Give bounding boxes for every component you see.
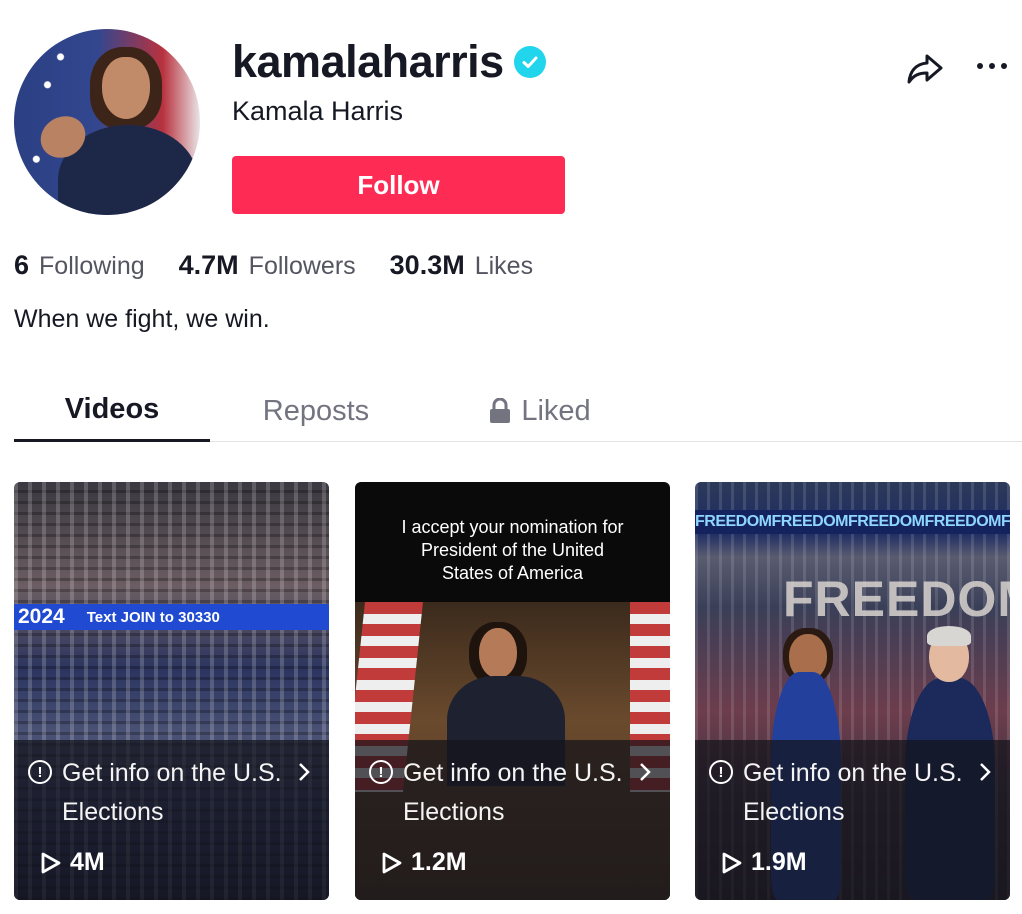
stat-label: Following <box>39 252 145 280</box>
election-info-link[interactable]: ! Get info on the U.S. Elections <box>709 754 999 832</box>
stat-likes: 30.3M Likes <box>390 250 533 281</box>
profile-stats: 6 Following 4.7M Followers 30.3M Likes <box>14 250 567 281</box>
tab-label: Reposts <box>262 394 370 427</box>
info-icon: ! <box>28 760 52 784</box>
stat-value: 30.3M <box>389 250 465 280</box>
play-count-value: 1.2M <box>411 848 467 876</box>
profile-username: kamalaharris <box>232 36 546 88</box>
person-hair <box>927 626 971 646</box>
tab-videos[interactable]: Videos <box>14 380 210 442</box>
election-info-link[interactable]: ! Get info on the U.S. Elections <box>369 754 659 832</box>
video-card[interactable]: I accept your nomination for President o… <box>355 482 670 900</box>
play-count: 1.9M <box>721 848 807 877</box>
tab-label: Videos <box>64 393 160 425</box>
profile-avatar[interactable] <box>14 29 200 215</box>
play-count: 4M <box>40 848 105 877</box>
banner-text: Text JOIN to 30330 <box>86 608 220 626</box>
election-info-text: Get info on the U.S. Elections <box>743 759 963 826</box>
stat-followers[interactable]: 4.7M Followers <box>179 250 356 281</box>
play-count: 1.2M <box>381 848 467 877</box>
play-count-value: 1.9M <box>751 848 807 876</box>
stage-sign: FREEDOM <box>783 571 1010 627</box>
verified-check-icon <box>513 46 546 78</box>
play-icon <box>382 852 402 873</box>
tab-reposts[interactable]: Reposts <box>218 380 414 442</box>
election-info-text: Get info on the U.S. Elections <box>403 759 623 826</box>
video-caption: I accept your nomination for President o… <box>401 517 624 583</box>
profile-display-name: Kamala Harris <box>232 96 404 126</box>
stat-label: Followers <box>248 252 356 280</box>
lock-icon <box>490 398 511 423</box>
video-card[interactable]: 2024 Text JOIN to 30330 ! Get info on th… <box>14 482 329 900</box>
more-horizontal-icon[interactable] <box>972 56 1012 76</box>
profile-bio: When we fight, we win. <box>14 305 270 333</box>
follow-button[interactable]: Follow <box>232 156 565 214</box>
play-count-value: 4M <box>70 848 105 876</box>
info-icon: ! <box>369 760 393 784</box>
chevron-right-icon <box>299 763 310 781</box>
stat-value: 6 <box>14 250 30 280</box>
video-card[interactable]: FREEDOMFREEDOMFREEDOMFREEDOMFREEDOMFREED… <box>695 482 1010 900</box>
video-banner: 2024 Text JOIN to 30330 <box>14 604 329 630</box>
info-icon: ! <box>709 760 733 784</box>
avatar-face <box>102 57 150 119</box>
stat-label: Likes <box>474 252 534 280</box>
play-icon <box>41 852 61 873</box>
freedom-strip: FREEDOMFREEDOMFREEDOMFREEDOMFREEDOMFREED… <box>695 510 1010 534</box>
tab-liked[interactable]: Liked <box>442 380 638 442</box>
profile-tabs: Videos Reposts Liked <box>14 380 1022 442</box>
election-info-link[interactable]: ! Get info on the U.S. Elections <box>28 754 318 832</box>
play-icon <box>722 852 742 873</box>
speaker-face <box>479 628 517 678</box>
stat-following[interactable]: 6 Following <box>14 250 145 281</box>
election-info-text: Get info on the U.S. Elections <box>62 759 282 826</box>
username-text: kamalaharris <box>232 36 504 87</box>
share-arrow-icon[interactable] <box>905 48 945 88</box>
chevron-right-icon <box>980 763 991 781</box>
chevron-right-icon <box>640 763 651 781</box>
stat-value: 4.7M <box>178 250 239 280</box>
tab-label: Liked <box>521 394 591 427</box>
banner-year: 2024 <box>18 605 65 628</box>
